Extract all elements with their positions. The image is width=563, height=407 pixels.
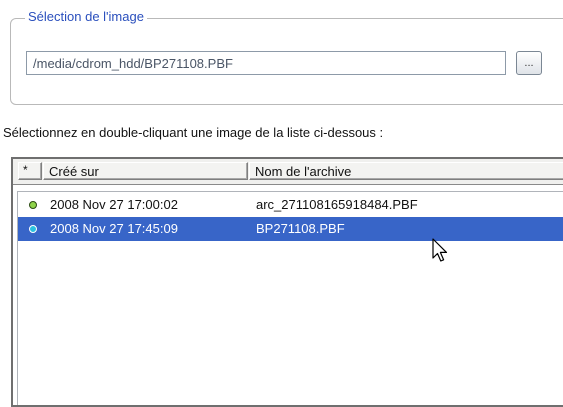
image-path-input[interactable] — [26, 51, 506, 75]
instruction-text: Sélectionnez en double-cliquant une imag… — [3, 125, 384, 140]
status-dot-icon — [29, 225, 37, 233]
archive-name-cell: BP271108.PBF — [256, 221, 345, 236]
list-item[interactable]: 2008 Nov 27 17:45:09 BP271108.PBF — [18, 217, 563, 241]
mouse-pointer-icon — [432, 238, 448, 262]
archive-list: * Créé sur Nom de l'archive 2008 Nov 27 … — [11, 157, 563, 407]
column-header-archive-name[interactable]: Nom de l'archive — [249, 162, 563, 180]
archive-name-cell: arc_271108165918484.PBF — [256, 197, 418, 212]
list-body: 2008 Nov 27 17:00:02 arc_271108165918484… — [17, 191, 563, 405]
list-header: * Créé sur Nom de l'archive — [13, 159, 563, 185]
created-cell: 2008 Nov 27 17:00:02 — [50, 197, 178, 212]
column-header-status[interactable]: * — [18, 162, 42, 180]
status-dot-icon — [29, 201, 37, 209]
image-selection-title: Sélection de l'image — [25, 9, 147, 24]
created-cell: 2008 Nov 27 17:45:09 — [50, 221, 178, 236]
column-header-created[interactable]: Créé sur — [43, 162, 248, 180]
browse-button[interactable]: ... — [516, 51, 542, 75]
list-item[interactable]: 2008 Nov 27 17:00:02 arc_271108165918484… — [18, 193, 563, 217]
